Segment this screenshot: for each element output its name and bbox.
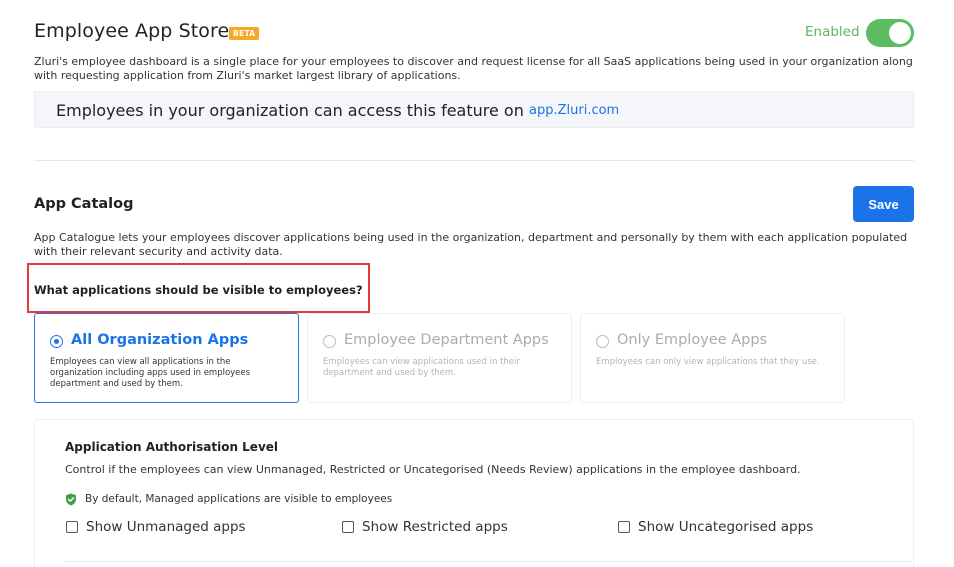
beta-badge: BETA xyxy=(229,27,260,40)
checkbox[interactable] xyxy=(66,521,78,533)
access-notice: Employees in your organization can acces… xyxy=(34,91,914,128)
app-catalog-title: App Catalog xyxy=(34,196,134,212)
panel-divider xyxy=(65,561,911,562)
checkbox-label: Show Unmanaged apps xyxy=(86,519,246,535)
enable-toggle[interactable] xyxy=(866,19,914,47)
app-catalog-description: App Catalogue lets your employees discov… xyxy=(34,231,908,258)
default-visibility-note: By default, Managed applications are vis… xyxy=(85,493,393,505)
app-link[interactable]: app.Zluri.com xyxy=(529,103,619,118)
access-notice-text: Employees in your organization can acces… xyxy=(56,101,524,120)
section-divider xyxy=(34,160,914,161)
radio-button[interactable] xyxy=(323,335,336,348)
checkbox-label: Show Restricted apps xyxy=(362,519,508,535)
option-title: Employee Department Apps xyxy=(344,332,549,348)
option-only-employee-apps[interactable]: Only Employee Apps Employees can only vi… xyxy=(580,313,845,403)
save-button[interactable]: Save xyxy=(853,186,914,222)
option-description: Employees can view all applications in t… xyxy=(50,357,251,389)
authorisation-title: Application Authorisation Level xyxy=(65,440,279,454)
toggle-status-label: Enabled xyxy=(805,24,860,40)
checkbox-show-restricted[interactable]: Show Restricted apps xyxy=(342,519,508,535)
option-title: Only Employee Apps xyxy=(617,332,768,348)
shield-check-icon xyxy=(66,493,76,506)
option-description: Employees can view applications used in … xyxy=(323,357,520,378)
checkbox-label: Show Uncategorised apps xyxy=(638,519,814,535)
checkbox-show-uncategorised[interactable]: Show Uncategorised apps xyxy=(618,519,813,535)
page-title: Employee App Store xyxy=(34,20,230,42)
option-title: All Organization Apps xyxy=(71,332,249,348)
toggle-knob xyxy=(889,22,911,44)
option-employee-department-apps[interactable]: Employee Department Apps Employees can v… xyxy=(307,313,572,403)
intro-description: Zluri's employee dashboard is a single p… xyxy=(34,55,913,82)
option-all-organization-apps[interactable]: All Organization Apps Employees can view… xyxy=(34,313,299,403)
visibility-question: What applications should be visible to e… xyxy=(34,283,363,297)
checkbox[interactable] xyxy=(342,521,354,533)
checkbox[interactable] xyxy=(618,521,630,533)
radio-button[interactable] xyxy=(50,335,63,348)
checkbox-show-unmanaged[interactable]: Show Unmanaged apps xyxy=(66,519,246,535)
authorisation-description: Control if the employees can view Unmana… xyxy=(65,463,801,476)
radio-button[interactable] xyxy=(596,335,609,348)
option-description: Employees can only view applications tha… xyxy=(596,357,820,367)
